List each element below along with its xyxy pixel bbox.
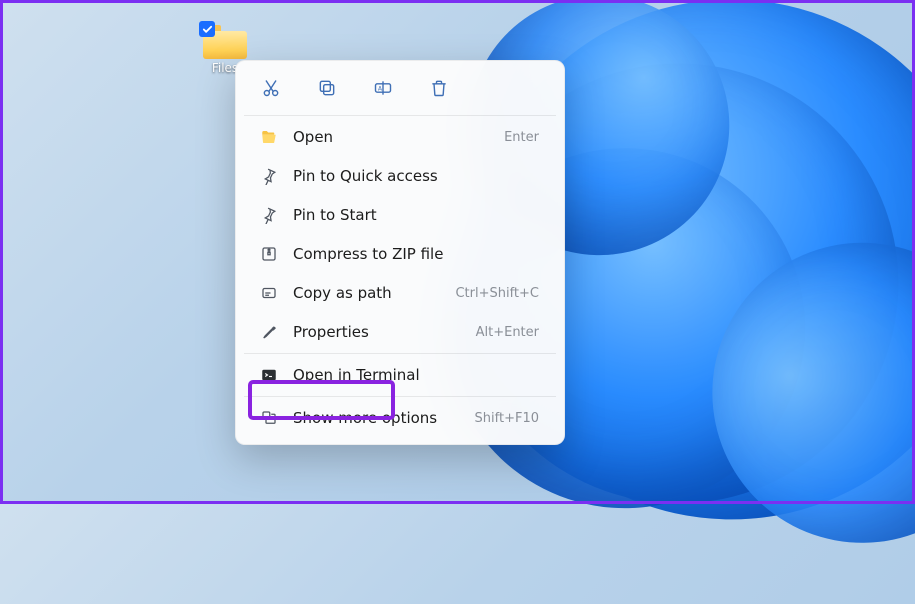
menu-item-open-terminal[interactable]: Open in Terminal xyxy=(241,356,559,394)
menu-item-properties[interactable]: Properties Alt+Enter xyxy=(241,313,559,351)
menu-item-label: Pin to Start xyxy=(293,206,525,224)
menu-item-label: Open xyxy=(293,128,490,146)
separator xyxy=(244,353,556,354)
delete-button[interactable] xyxy=(426,75,452,101)
menu-item-copy-as-path[interactable]: Copy as path Ctrl+Shift+C xyxy=(241,274,559,312)
separator xyxy=(244,396,556,397)
svg-text:A: A xyxy=(378,87,382,93)
pin-icon xyxy=(259,166,279,186)
menu-item-show-more-options[interactable]: Show more options Shift+F10 xyxy=(241,399,559,437)
menu-item-shortcut: Shift+F10 xyxy=(475,411,539,426)
context-menu: A Open Enter Pin to Quick access Pin to … xyxy=(235,60,565,445)
folder-open-icon xyxy=(259,127,279,147)
menu-item-label: Pin to Quick access xyxy=(293,167,525,185)
more-options-icon xyxy=(259,408,279,428)
cut-icon xyxy=(261,78,281,98)
menu-item-open[interactable]: Open Enter xyxy=(241,118,559,156)
properties-icon xyxy=(259,322,279,342)
menu-item-label: Open in Terminal xyxy=(293,366,525,384)
menu-item-shortcut: Enter xyxy=(504,130,539,145)
cut-button[interactable] xyxy=(258,75,284,101)
pin-icon xyxy=(259,205,279,225)
menu-item-pin-start[interactable]: Pin to Start xyxy=(241,196,559,234)
folder-icon xyxy=(203,25,247,59)
menu-item-label: Compress to ZIP file xyxy=(293,245,525,263)
checkbox-selected-icon xyxy=(199,21,215,37)
copy-button[interactable] xyxy=(314,75,340,101)
zip-icon xyxy=(259,244,279,264)
context-menu-toolbar: A xyxy=(236,61,564,113)
delete-icon xyxy=(429,78,449,98)
menu-item-pin-quick-access[interactable]: Pin to Quick access xyxy=(241,157,559,195)
rename-button[interactable]: A xyxy=(370,75,396,101)
menu-item-compress-zip[interactable]: Compress to ZIP file xyxy=(241,235,559,273)
menu-item-label: Properties xyxy=(293,323,462,341)
separator xyxy=(244,115,556,116)
menu-item-shortcut: Alt+Enter xyxy=(476,325,539,340)
copy-path-icon xyxy=(259,283,279,303)
menu-item-label: Show more options xyxy=(293,409,461,427)
terminal-icon xyxy=(259,365,279,385)
menu-item-shortcut: Ctrl+Shift+C xyxy=(455,286,539,301)
copy-icon xyxy=(317,78,337,98)
menu-item-label: Copy as path xyxy=(293,284,441,302)
rename-icon: A xyxy=(373,78,393,98)
